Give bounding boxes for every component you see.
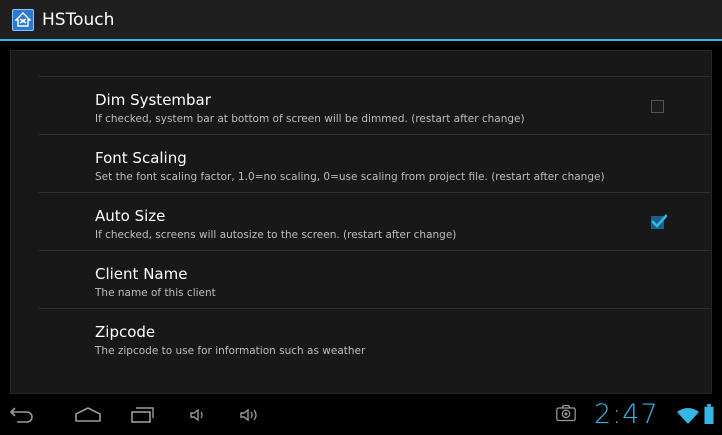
screenshot-camera-icon[interactable] [553,403,579,423]
status-clock: 2:47 [594,399,659,430]
checkmark-icon [651,214,667,228]
wifi-icon [677,408,699,424]
pref-title: Dim Systembar [95,91,211,109]
preferences-panel: Dim Systembar If checked, system bar at … [10,50,712,394]
hstouch-logo-icon[interactable] [12,9,34,31]
pref-title: Auto Size [95,207,166,225]
pref-summary: The name of this client [95,287,216,299]
auto-size-checkbox[interactable] [651,214,667,229]
pref-summary: Set the font scaling factor, 1.0=no scal… [95,171,605,183]
pref-title: Font Scaling [95,149,187,167]
recent-apps-icon[interactable] [129,405,157,425]
pref-summary: If checked, system bar at bottom of scre… [95,113,525,125]
pref-title: Zipcode [95,323,156,341]
volume-up-icon[interactable] [238,405,264,425]
home-icon[interactable] [73,405,103,425]
app-title: HSTouch [42,10,115,30]
battery-icon [704,404,714,424]
android-screen: HSTouch Dim Systembar If checked, system… [0,0,722,435]
volume-down-icon[interactable] [188,405,208,425]
action-bar: HSTouch [0,0,722,41]
pref-summary: If checked, screens will autosize to the… [95,229,457,241]
pref-summary: The zipcode to use for information such … [95,345,366,357]
system-navigation-bar: 2:47 [0,395,722,435]
pref-font-scaling[interactable]: Font Scaling Set the font scaling factor… [39,135,711,193]
pref-auto-size[interactable]: Auto Size If checked, screens will autos… [39,193,711,251]
pref-client-name[interactable]: Client Name The name of this client [39,251,711,309]
pref-dim-systembar[interactable]: Dim Systembar If checked, system bar at … [39,77,711,135]
pref-title: Client Name [95,265,188,283]
dim-systembar-checkbox[interactable] [651,100,664,113]
back-icon[interactable] [8,405,34,425]
pref-zipcode[interactable]: Zipcode The zipcode to use for informati… [39,309,711,367]
